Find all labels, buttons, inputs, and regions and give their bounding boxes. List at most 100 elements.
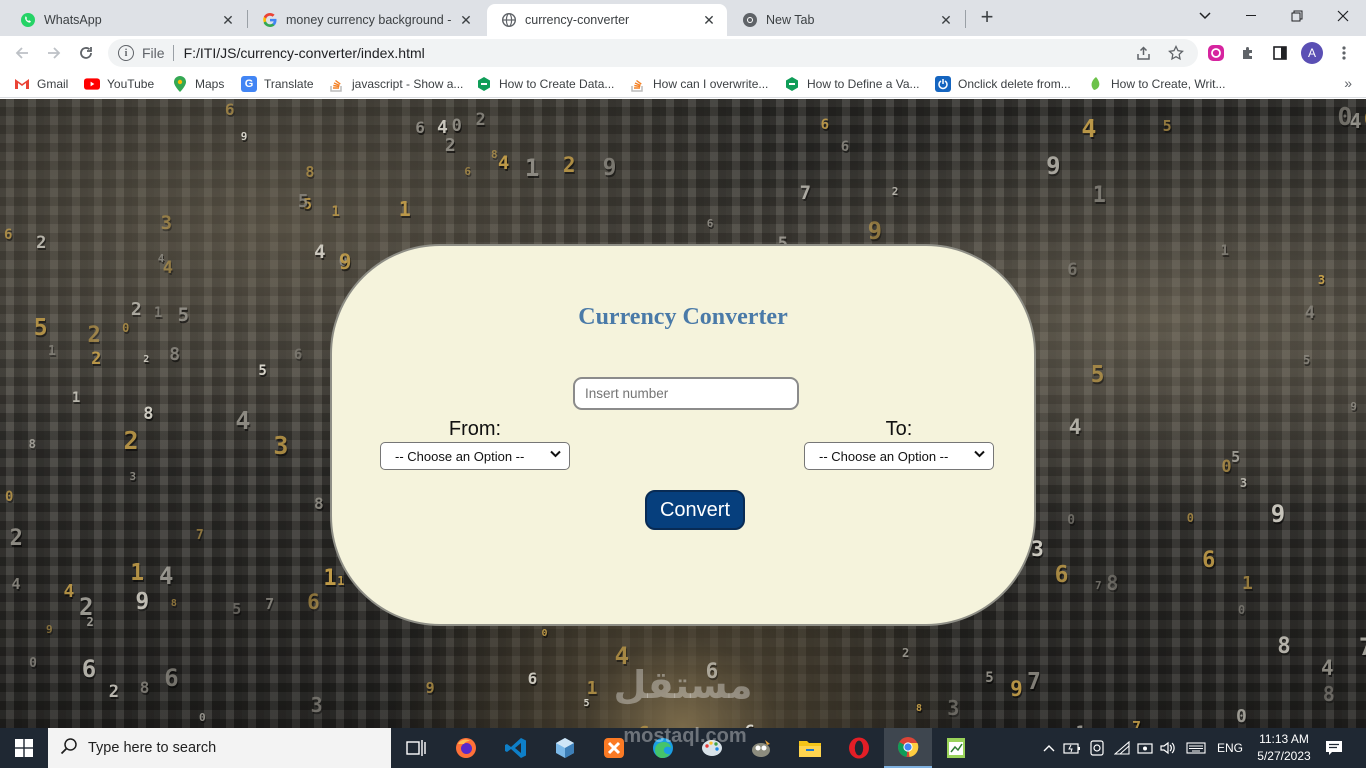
bookmark-star-icon[interactable] <box>1165 42 1187 64</box>
bookmark-stackoverflow-1[interactable]: javascript - Show a... <box>329 75 463 93</box>
forward-arrow-icon[interactable] <box>40 39 68 67</box>
close-icon[interactable]: ✕ <box>938 12 954 28</box>
reload-icon[interactable] <box>72 39 100 67</box>
battery-charging-icon[interactable] <box>1062 728 1082 768</box>
gmail-icon <box>14 76 30 92</box>
system-clock[interactable]: 11:13 AM 5/27/2023 <box>1252 731 1316 765</box>
notepad-icon[interactable] <box>932 728 980 768</box>
bookmark-youtube[interactable]: YouTube <box>84 75 154 93</box>
tab-new-tab[interactable]: New Tab ✕ <box>728 4 964 36</box>
extensions-puzzle-icon[interactable] <box>1237 42 1259 64</box>
taskbar-search-box[interactable]: Type here to search <box>48 728 391 768</box>
to-currency-select[interactable]: -- Choose an Option -- <box>804 442 994 470</box>
keyboard-icon[interactable] <box>1184 728 1208 768</box>
file-explorer-icon[interactable] <box>786 728 834 768</box>
bookmarks-overflow-chevron-icon[interactable]: » <box>1344 75 1352 91</box>
from-selected-option: -- Choose an Option -- <box>395 448 525 464</box>
maps-icon <box>172 76 188 92</box>
kebab-menu-icon[interactable] <box>1333 42 1355 64</box>
chrome-taskbar-icon[interactable] <box>884 728 932 768</box>
tab-title: New Tab <box>766 13 815 27</box>
tab-separator <box>965 10 966 28</box>
chevron-down-icon <box>974 449 985 461</box>
convert-button[interactable]: Convert <box>645 490 745 530</box>
tab-google-search[interactable]: money currency background - Go ✕ <box>248 4 484 36</box>
globe-icon <box>501 12 517 28</box>
windows-start-icon[interactable] <box>0 728 48 768</box>
info-icon[interactable]: i <box>118 45 134 61</box>
bookmark-maps[interactable]: Maps <box>172 75 224 93</box>
minimize-icon[interactable] <box>1228 0 1274 32</box>
search-icon <box>60 737 78 760</box>
volume-icon[interactable] <box>1158 728 1178 768</box>
tab-strip: WhatsApp ✕ money currency background - G… <box>0 0 1366 36</box>
bookmarks-bar: Gmail YouTube Maps G Translate javascrip… <box>0 70 1366 98</box>
language-indicator[interactable]: ENG <box>1212 728 1248 768</box>
whatsapp-icon <box>20 12 36 28</box>
translate-icon: G <box>241 76 257 92</box>
bookmark-stackoverflow-2[interactable]: How can I overwrite... <box>630 75 768 93</box>
new-tab-plus-icon[interactable]: + <box>975 6 999 30</box>
bookmark-label: How can I overwrite... <box>653 77 769 91</box>
url-text[interactable]: F:/ITI/JS/currency-converter/index.html <box>184 45 425 61</box>
bookmark-label: Onclick delete from... <box>958 77 1071 91</box>
back-arrow-icon[interactable] <box>8 39 36 67</box>
bookmark-geeks-1[interactable]: How to Create Data... <box>476 75 614 93</box>
wifi-icon[interactable] <box>1112 728 1132 768</box>
vscode-icon[interactable] <box>492 728 540 768</box>
bookmark-create-write[interactable]: How to Create, Writ... <box>1088 75 1225 93</box>
close-icon[interactable]: ✕ <box>458 12 474 28</box>
from-currency-select[interactable]: -- Choose an Option -- <box>380 442 570 470</box>
bookmark-geeks-2[interactable]: How to Define a Va... <box>784 75 920 93</box>
notification-center-icon[interactable] <box>1318 728 1350 768</box>
tab-title: currency-converter <box>525 13 630 27</box>
clock-time: 11:13 AM <box>1259 732 1309 746</box>
close-icon[interactable]: ✕ <box>701 12 717 28</box>
from-label: From: <box>448 418 502 440</box>
tab-search-chevron-icon[interactable] <box>1182 0 1228 32</box>
bookmark-gmail[interactable]: Gmail <box>14 75 68 93</box>
geeks-icon <box>784 76 800 92</box>
watermark: مستقل <box>598 665 768 705</box>
to-selected-option: -- Choose an Option -- <box>819 448 949 464</box>
tab-title: money currency background - Go <box>286 13 452 27</box>
task-view-icon[interactable] <box>392 728 440 768</box>
close-window-icon[interactable] <box>1320 0 1366 32</box>
bookmark-label: Gmail <box>37 77 69 91</box>
profile-avatar[interactable]: A <box>1301 42 1323 64</box>
instagram-extension-icon[interactable] <box>1205 42 1227 64</box>
address-bar[interactable]: i File F:/ITI/JS/currency-converter/inde… <box>108 39 1198 67</box>
youtube-icon <box>84 76 100 92</box>
bookmark-label: Translate <box>264 77 314 91</box>
tab-whatsapp[interactable]: WhatsApp ✕ <box>6 4 246 36</box>
side-panel-icon[interactable] <box>1269 42 1291 64</box>
share-icon[interactable] <box>1133 42 1155 64</box>
firefox-icon[interactable] <box>442 728 490 768</box>
network-icon[interactable] <box>1135 728 1155 768</box>
virtualbox-icon[interactable] <box>541 728 589 768</box>
chrome-icon <box>742 12 758 28</box>
watermark-arabic: مستقل <box>613 663 753 707</box>
bookmark-label: Maps <box>195 77 225 91</box>
bookmark-translate[interactable]: G Translate <box>241 75 314 93</box>
stackoverflow-icon <box>329 76 345 92</box>
browser-toolbar: i File F:/ITI/JS/currency-converter/inde… <box>0 36 1366 70</box>
tray-overflow-chevron-icon[interactable] <box>1040 728 1058 768</box>
to-label: To: <box>885 418 913 440</box>
url-divider <box>172 45 174 61</box>
taskbar-search-placeholder: Type here to search <box>88 740 217 756</box>
watermark-latin: mostaql.com <box>623 725 747 747</box>
camera-app-icon[interactable] <box>1087 728 1107 768</box>
close-icon[interactable]: ✕ <box>220 12 236 28</box>
power-icon <box>935 76 951 92</box>
opera-icon[interactable] <box>835 728 883 768</box>
leaf-icon <box>1088 76 1104 92</box>
geeks-icon <box>476 76 492 92</box>
bookmark-onclick-delete[interactable]: Onclick delete from... <box>935 75 1071 93</box>
tab-title: WhatsApp <box>44 13 102 27</box>
clock-date: 5/27/2023 <box>1257 749 1311 763</box>
amount-input[interactable] <box>573 377 799 410</box>
tab-currency-converter[interactable]: currency-converter ✕ <box>487 4 727 36</box>
restore-icon[interactable] <box>1274 0 1320 32</box>
page-viewport: 4095522418698282648664646313002582378140… <box>0 99 1366 728</box>
